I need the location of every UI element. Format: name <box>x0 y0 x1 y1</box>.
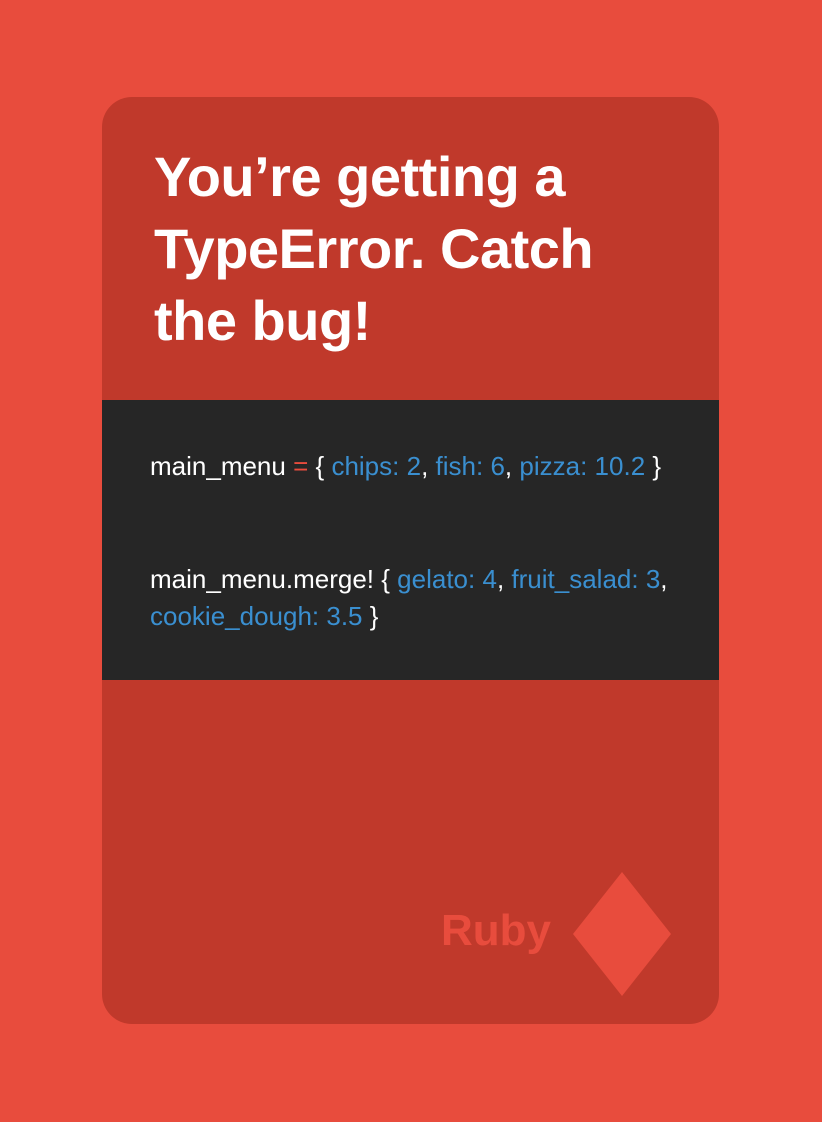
code-key: fish: <box>435 451 484 481</box>
code-key: cookie_dough: <box>150 601 320 631</box>
code-value: 4 <box>482 564 497 594</box>
code-brace-open: { <box>315 451 325 481</box>
question-card: You’re getting a TypeError. Catch the bu… <box>102 97 719 1024</box>
code-brace-close: } <box>652 451 662 481</box>
code-separator: , <box>421 451 429 481</box>
code-key: fruit_salad: <box>511 564 639 594</box>
code-brace-close: } <box>369 601 379 631</box>
diamond-icon <box>573 872 671 996</box>
code-separator: , <box>660 564 668 594</box>
code-separator: , <box>504 451 513 481</box>
card-title: You’re getting a TypeError. Catch the bu… <box>154 145 594 352</box>
code-value: 10.2 <box>594 451 646 481</box>
suit-label: Ruby <box>441 906 551 955</box>
code-separator: , <box>496 564 505 594</box>
code-brace-open: { <box>381 564 390 594</box>
code-value: 3.5 <box>326 601 363 631</box>
code-variable: main_menu <box>150 451 286 481</box>
code-operator: = <box>293 451 309 481</box>
code-method-call: main_menu.merge! <box>150 564 374 594</box>
code-value: 2 <box>406 451 422 481</box>
code-value: 3 <box>645 564 661 594</box>
code-key: pizza: <box>519 451 588 481</box>
page: You’re getting a TypeError. Catch the bu… <box>0 0 822 1122</box>
code-key: gelato: <box>397 564 476 594</box>
code-block: main_menu = { chips: 2, fish: 6, pizza: … <box>102 400 719 680</box>
code-line-1: main_menu = { chips: 2, fish: 6, pizza: … <box>150 448 680 485</box>
code-line-2: main_menu.merge! { gelato: 4, fruit_sala… <box>150 561 680 635</box>
code-value: 6 <box>490 451 505 481</box>
code-key: chips: <box>331 451 400 481</box>
